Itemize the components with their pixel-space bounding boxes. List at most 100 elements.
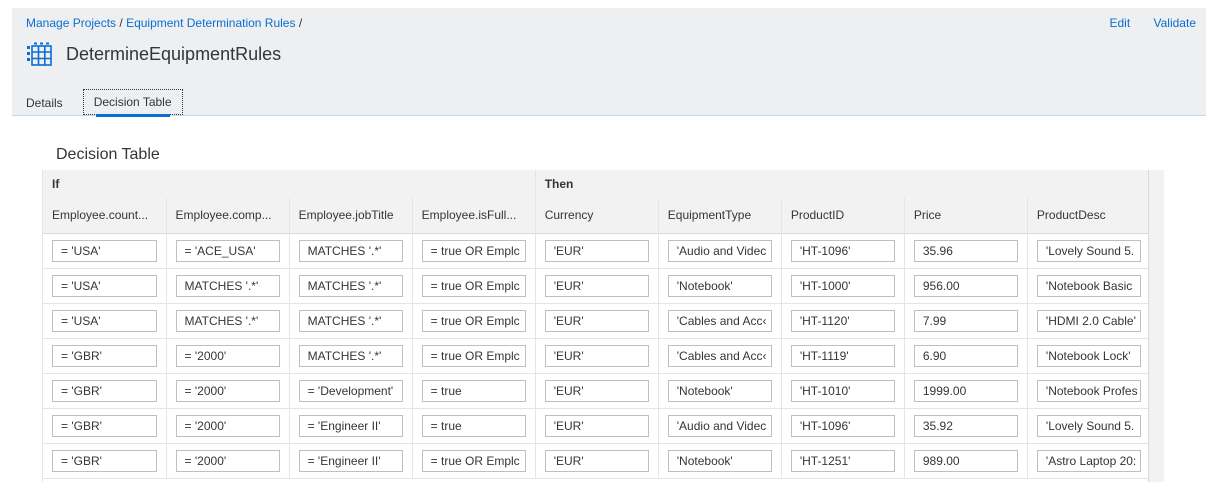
cell-input[interactable]: 'Notebook Profes — [1036, 379, 1141, 402]
table-cell: MATCHES '.*' — [289, 303, 413, 339]
cell-input[interactable]: = true OR Emplc — [421, 274, 526, 297]
table-cell: 'Lovely Sound 5. — [1027, 233, 1152, 269]
cell-input[interactable]: 'Lovely Sound 5. — [1036, 414, 1141, 437]
table-cell: = 'Engineer II' — [289, 408, 413, 444]
cell-input[interactable]: = '2000' — [175, 414, 280, 437]
cell-input[interactable]: 'Notebook' — [667, 379, 772, 402]
cell-input[interactable]: 'EUR' — [544, 414, 649, 437]
cell-input[interactable]: MATCHES '.*' — [175, 309, 280, 332]
column-header[interactable]: Employee.isFull... — [412, 198, 536, 234]
cell-input[interactable]: 'Notebook' — [667, 449, 772, 472]
cell-input[interactable]: 'HT-1096' — [790, 239, 895, 262]
column-header[interactable]: Currency — [535, 198, 659, 234]
cell-input[interactable]: = true OR Emplc — [421, 239, 526, 262]
column-header[interactable]: ProductID — [781, 198, 905, 234]
table-cell: 'EUR' — [535, 233, 659, 269]
cell-input[interactable]: 'HT-1119' — [790, 344, 895, 367]
cell-input[interactable]: 'EUR' — [544, 239, 649, 262]
cell-input[interactable]: = '2000' — [175, 379, 280, 402]
validate-button[interactable]: Validate — [1154, 16, 1196, 30]
tab-details[interactable]: Details — [26, 90, 63, 110]
cell-input[interactable]: = true — [421, 379, 526, 402]
table-cell: = true OR Emplc — [412, 268, 536, 304]
cell-input[interactable]: 'HT-1120' — [790, 309, 895, 332]
table-cell: = 'USA' — [43, 303, 167, 339]
table-cell: MATCHES '.*' — [289, 338, 413, 374]
cell-input[interactable]: = 'GBR' — [52, 414, 157, 437]
cell-input[interactable]: 'HT-1251' — [790, 449, 895, 472]
cell-input[interactable]: 'Cables and Acc‹ — [667, 309, 772, 332]
cell-input[interactable]: MATCHES '.*' — [298, 309, 403, 332]
cell-input[interactable]: 'Notebook Basic — [1036, 274, 1141, 297]
cell-input[interactable]: 'Audio and Videc — [667, 414, 772, 437]
cell-input[interactable]: = 'Engineer II' — [298, 414, 403, 437]
cell-input[interactable]: 'EUR' — [544, 379, 649, 402]
cell-input[interactable]: 'HT-1096' — [790, 414, 895, 437]
cell-input[interactable]: 'Lovely Sound 5. — [1036, 239, 1141, 262]
table-cell: = true — [412, 373, 536, 409]
column-header[interactable]: Employee.jobTitle — [289, 198, 413, 234]
cell-input[interactable]: MATCHES '.*' — [175, 274, 280, 297]
cell-input[interactable]: 'HDMI 2.0 Cable' — [1036, 309, 1141, 332]
cell-input[interactable]: = 'GBR' — [52, 379, 157, 402]
table-cell: 'Notebook' — [658, 443, 782, 479]
cell-input[interactable]: 'Notebook Lock' — [1036, 344, 1141, 367]
table-row: = 'GBR' = '2000' = 'Development' = true 'EUR… — [43, 373, 1152, 409]
cell-input[interactable]: = 'Engineer II' — [298, 449, 403, 472]
cell-input[interactable]: = true — [421, 414, 526, 437]
cell-input[interactable]: MATCHES '.*' — [298, 239, 403, 262]
column-header[interactable]: Employee.count... — [43, 198, 167, 234]
tab-decision-table[interactable]: Decision Table — [82, 89, 183, 117]
cell-input[interactable]: = true OR Emplc — [421, 309, 526, 332]
cell-input[interactable]: = 'GBR' — [52, 449, 157, 472]
table-row: = 'USA' MATCHES '.*' MATCHES '.*' = true OR… — [43, 268, 1152, 304]
cell-input[interactable]: = '2000' — [175, 449, 280, 472]
cell-input[interactable]: 7.99 — [913, 309, 1018, 332]
cell-input[interactable]: 'HT-1000' — [790, 274, 895, 297]
cell-input[interactable]: 'Astro Laptop 20: — [1036, 449, 1141, 472]
vertical-scrollbar[interactable] — [1148, 170, 1164, 482]
table-cell: MATCHES '.*' — [289, 233, 413, 269]
column-header[interactable]: ProductDesc — [1027, 198, 1152, 234]
cell-input[interactable]: = 'GBR' — [52, 344, 157, 367]
active-tab-indicator — [95, 114, 170, 117]
cell-input[interactable]: 'Audio and Videc — [667, 239, 772, 262]
cell-input[interactable]: 'Notebook' — [667, 274, 772, 297]
cell-input[interactable]: 'EUR' — [544, 449, 649, 472]
cell-input[interactable]: MATCHES '.*' — [298, 274, 403, 297]
cell-input[interactable]: 6.90 — [913, 344, 1018, 367]
breadcrumb-manage-projects[interactable]: Manage Projects — [26, 16, 116, 30]
table-cell: = 'USA' — [43, 268, 167, 304]
cell-input[interactable]: 956.00 — [913, 274, 1018, 297]
cell-input[interactable]: = true OR Emplc — [421, 344, 526, 367]
table-cell: 'EUR' — [535, 373, 659, 409]
cell-input[interactable]: = 'USA' — [52, 239, 157, 262]
cell-input[interactable]: MATCHES '.*' — [298, 344, 403, 367]
cell-input[interactable]: 35.92 — [913, 414, 1018, 437]
cell-input[interactable]: = 'Development' — [298, 379, 403, 402]
column-header[interactable]: Price — [904, 198, 1028, 234]
cell-input[interactable]: 'EUR' — [544, 274, 649, 297]
cell-input[interactable]: = true OR Emplc — [421, 449, 526, 472]
cell-input[interactable]: 1999.00 — [913, 379, 1018, 402]
cell-input[interactable]: = 'ACE_USA' — [175, 239, 280, 262]
cell-input[interactable]: = 'USA' — [52, 309, 157, 332]
column-header[interactable]: Employee.comp... — [166, 198, 290, 234]
cell-input[interactable]: 'HT-1010' — [790, 379, 895, 402]
column-header[interactable]: EquipmentType — [658, 198, 782, 234]
table-cell: = 'USA' — [43, 233, 167, 269]
breadcrumb-equipment-rules[interactable]: Equipment Determination Rules — [126, 16, 295, 30]
table-row: = 'GBR' = '2000' MATCHES '.*' = true OR Emp… — [43, 338, 1152, 374]
table-cell: = true OR Emplc — [412, 233, 536, 269]
if-group-header: If — [43, 170, 536, 198]
cell-input[interactable]: 989.00 — [913, 449, 1018, 472]
edit-button[interactable]: Edit — [1109, 16, 1130, 30]
breadcrumb-separator: / — [295, 16, 303, 30]
table-cell: 'Astro Laptop 20: — [1027, 443, 1152, 479]
cell-input[interactable]: = '2000' — [175, 344, 280, 367]
cell-input[interactable]: 'EUR' — [544, 344, 649, 367]
cell-input[interactable]: 'EUR' — [544, 309, 649, 332]
cell-input[interactable]: 35.96 — [913, 239, 1018, 262]
cell-input[interactable]: = 'USA' — [52, 274, 157, 297]
cell-input[interactable]: 'Cables and Acc‹ — [667, 344, 772, 367]
